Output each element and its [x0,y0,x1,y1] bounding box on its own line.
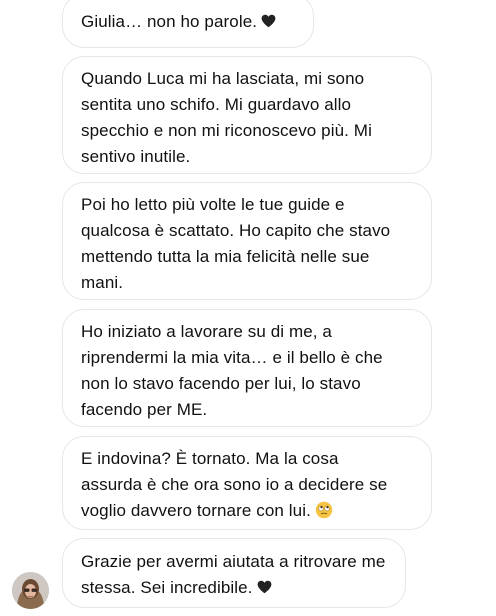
black-heart-icon [261,14,276,28]
message-bubble[interactable]: Grazie per avermi aiutata a ritrovare me… [62,538,406,608]
message-text-line: Grazie per avermi aiutata a ritrovare me [81,552,386,571]
message-text-line: assurda è che ora sono io a decidere se [81,475,388,494]
message-text-line: non lo stavo facendo per lui, lo stavo [81,374,361,393]
message-text-line: Poi ho letto più volte le tue guide e [81,195,345,214]
message-text-line: sentita uno schifo. Mi guardavo allo [81,95,352,114]
message-bubble[interactable]: Ho iniziato a lavorare su di me, a ripre… [62,309,432,427]
message-text-line: facendo per ME. [81,400,208,419]
message-text-line: voglio davvero tornare con lui. [81,498,413,524]
message-text-line: sentivo inutile. [81,147,191,166]
message-text-line: riprendermi la mia vita… e il bello è ch… [81,348,383,367]
message-bubble[interactable]: E indovina? È tornato. Ma la cosa assurd… [62,436,432,530]
message-text-line: mani. [81,273,124,292]
message-text-line: mettendo tutta la mia felicità nelle sue [81,247,370,266]
avatar-photo [12,572,49,609]
message-text-line: E indovina? È tornato. Ma la cosa [81,449,339,468]
message-bubble[interactable]: Poi ho letto più volte le tue guide e qu… [62,182,432,300]
message-text-line: qualcosa è scattato. Ho capito che stavo [81,221,391,240]
rolling-eyes-emoji-icon [315,501,333,519]
black-heart-icon [257,580,271,594]
message-text: stessa. Sei incredibile. [81,575,387,601]
message-text: Giulia… non ho parole. [81,9,295,35]
message-text-line: Quando Luca mi ha lasciata, mi sono [81,69,365,88]
message-text-line: specchio e non mi riconoscevo più. Mi [81,121,372,140]
message-bubble[interactable]: Quando Luca mi ha lasciata, mi sono sent… [62,56,432,174]
message-bubble[interactable]: Giulia… non ho parole. [62,0,314,48]
message-text-line: Ho iniziato a lavorare su di me, a [81,322,332,341]
avatar[interactable] [12,572,49,609]
